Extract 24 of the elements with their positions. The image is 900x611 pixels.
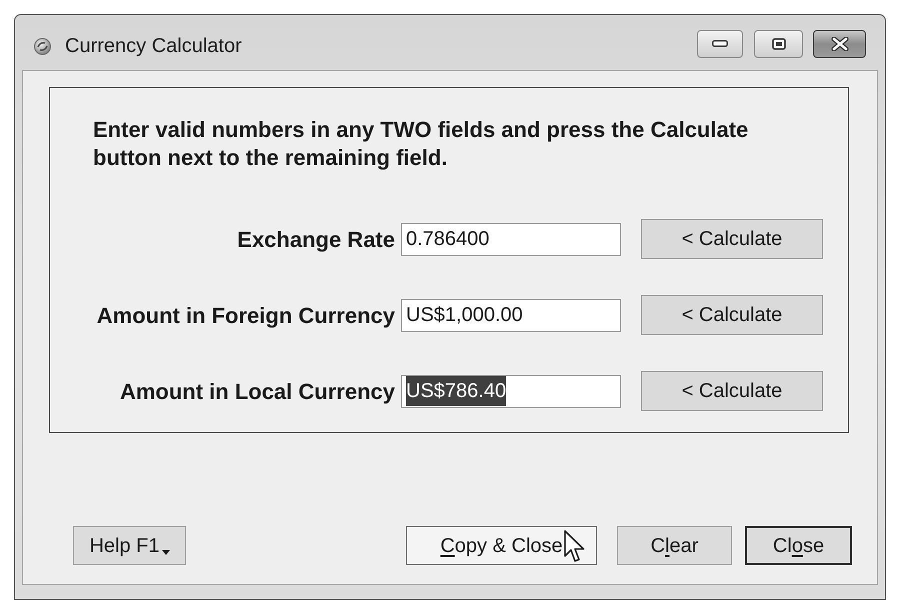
text-field[interactable]: US$1,000.00 bbox=[401, 298, 621, 332]
pointer-cursor-icon bbox=[564, 530, 585, 563]
text-field[interactable]: US$786.40 bbox=[401, 374, 621, 408]
text-field[interactable]: 0.786400 bbox=[401, 222, 621, 256]
dialog-button[interactable]: Close bbox=[745, 526, 852, 565]
field-label: Amount in Foreign Currency bbox=[96, 302, 395, 330]
close-button[interactable] bbox=[813, 30, 866, 58]
dialog-button[interactable]: Clear bbox=[617, 526, 732, 565]
calculate-button[interactable]: < Calculate bbox=[641, 295, 823, 335]
help-button[interactable]: Help F1 bbox=[73, 526, 186, 565]
calculate-button[interactable]: < Calculate bbox=[641, 371, 823, 411]
window-title: Currency Calculator bbox=[65, 34, 242, 59]
maximize-button[interactable] bbox=[754, 30, 803, 58]
field-label: Exchange Rate bbox=[236, 226, 395, 254]
dialog-button[interactable]: Copy & Close bbox=[406, 526, 597, 565]
app-icon bbox=[34, 38, 51, 54]
maximize-icon bbox=[772, 38, 786, 50]
minimize-button[interactable] bbox=[697, 30, 743, 58]
caret-icon bbox=[162, 550, 170, 555]
instructions-text: Enter valid numbers in any TWO fields and press the Calculate button next to the remaining field. bbox=[93, 116, 750, 172]
calculate-button[interactable]: < Calculate bbox=[641, 219, 823, 259]
field-label: Amount in Local Currency bbox=[118, 378, 395, 406]
close-icon bbox=[830, 36, 848, 50]
minimize-icon bbox=[712, 40, 728, 47]
